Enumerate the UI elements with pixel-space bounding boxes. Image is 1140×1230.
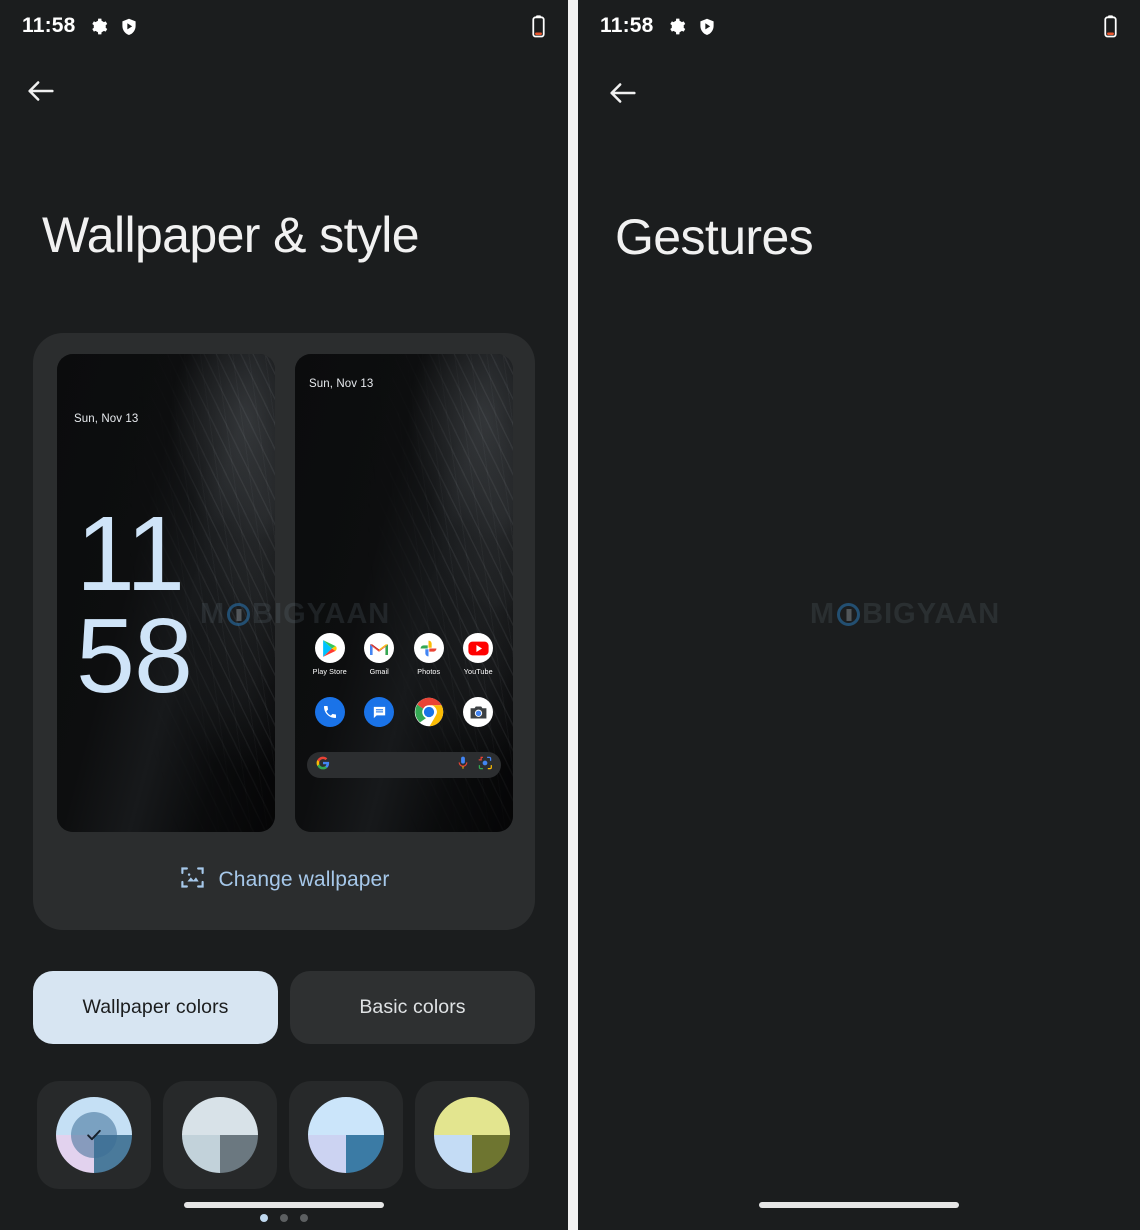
google-lens-icon[interactable] bbox=[478, 756, 492, 775]
tab-label: Basic colors bbox=[359, 996, 466, 1018]
swatch-quadrant-top bbox=[434, 1097, 510, 1135]
color-swatch-list bbox=[37, 1081, 529, 1189]
app-label: YouTube bbox=[463, 667, 493, 676]
page-dot[interactable] bbox=[260, 1214, 268, 1222]
lock-screen-date: Sun, Nov 13 bbox=[74, 413, 139, 425]
app-row-2: Phone Messages bbox=[295, 697, 513, 740]
camera-icon bbox=[463, 697, 494, 727]
page-dot[interactable] bbox=[280, 1214, 288, 1222]
gear-icon bbox=[89, 17, 108, 36]
watermark-right: M BIGYAAN bbox=[810, 598, 1001, 630]
home-indicator-left[interactable] bbox=[184, 1202, 384, 1208]
app-row-1: Play Store Gmail Photos YouTube bbox=[295, 633, 513, 676]
color-swatch-3[interactable] bbox=[289, 1081, 403, 1189]
swatch-quadrant-bottom-left bbox=[434, 1135, 472, 1173]
messages-icon bbox=[364, 697, 395, 727]
app-label: Photos bbox=[417, 667, 441, 676]
chrome-icon bbox=[414, 697, 444, 727]
app-label: Play Store bbox=[312, 667, 347, 676]
change-wallpaper-button[interactable]: Change wallpaper bbox=[33, 864, 535, 896]
status-bar-left: 11:58 bbox=[0, 0, 568, 52]
page-title-right: Gestures bbox=[615, 209, 814, 265]
color-swatch-1[interactable] bbox=[37, 1081, 151, 1189]
color-swatch-4[interactable] bbox=[415, 1081, 529, 1189]
tab-label: Wallpaper colors bbox=[82, 996, 229, 1018]
google-g-icon bbox=[316, 756, 330, 775]
swatch-circle bbox=[434, 1097, 510, 1173]
home-screen-app-grid: Play Store Gmail Photos YouTube bbox=[295, 633, 513, 778]
swatch-quadrant-top bbox=[308, 1097, 384, 1135]
swatch-quadrant-bottom-left bbox=[308, 1135, 346, 1173]
color-swatch-2[interactable] bbox=[163, 1081, 277, 1189]
change-wallpaper-label: Change wallpaper bbox=[218, 868, 390, 891]
app-messages[interactable]: Messages bbox=[356, 697, 402, 740]
home-screen-preview[interactable]: Sun, Nov 13 Play Store Gmail Photos YouT… bbox=[295, 354, 513, 832]
wallpaper-style-screen: 11:58 Wallpaper & style Sun, Nov 13 11 5… bbox=[0, 0, 568, 1230]
swatch-quadrant-bottom-right bbox=[220, 1135, 258, 1173]
shield-play-icon bbox=[120, 17, 138, 36]
page-title-left: Wallpaper & style bbox=[42, 207, 420, 263]
back-button-left[interactable] bbox=[24, 74, 58, 108]
microphone-icon[interactable] bbox=[457, 756, 469, 775]
app-label: Gmail bbox=[369, 667, 389, 676]
phone-icon bbox=[314, 697, 345, 727]
app-youtube[interactable]: YouTube bbox=[455, 633, 501, 676]
page-indicator-dots bbox=[260, 1214, 308, 1222]
app-play-store[interactable]: Play Store bbox=[307, 633, 353, 676]
app-chrome[interactable]: Chrome bbox=[406, 697, 452, 740]
tab-wallpaper-colors[interactable]: Wallpaper colors bbox=[33, 971, 278, 1044]
app-gmail[interactable]: Gmail bbox=[356, 633, 402, 676]
app-camera[interactable]: Camera bbox=[455, 697, 501, 740]
panel-divider bbox=[568, 0, 578, 1230]
google-search-bar[interactable] bbox=[307, 752, 501, 778]
back-button-right[interactable] bbox=[606, 76, 640, 110]
page-dot[interactable] bbox=[300, 1214, 308, 1222]
status-bar-right: 11:58 bbox=[578, 0, 1140, 52]
checkmark-icon bbox=[71, 1112, 117, 1158]
lock-screen-clock: 11 58 bbox=[76, 495, 193, 715]
battery-icon bbox=[531, 14, 546, 38]
youtube-icon bbox=[463, 633, 494, 663]
swatch-circle bbox=[308, 1097, 384, 1173]
swatch-quadrant-bottom-left bbox=[182, 1135, 220, 1173]
wallpaper-preview-card: Sun, Nov 13 11 58 Sun, Nov 13 Play Store… bbox=[33, 333, 535, 930]
app-photos[interactable]: Photos bbox=[406, 633, 452, 676]
image-crop-icon bbox=[179, 864, 206, 896]
gear-icon bbox=[667, 17, 686, 36]
lock-screen-preview[interactable]: Sun, Nov 13 11 58 bbox=[57, 354, 275, 832]
swatch-circle bbox=[182, 1097, 258, 1173]
status-time: 11:58 bbox=[600, 14, 654, 37]
home-indicator-right[interactable] bbox=[759, 1202, 959, 1208]
clock-hour: 11 bbox=[76, 495, 185, 613]
shield-play-icon bbox=[698, 17, 716, 36]
dual-screenshot-container: 11:58 Wallpaper & style Sun, Nov 13 11 5… bbox=[0, 0, 1140, 1230]
status-time: 11:58 bbox=[22, 14, 76, 37]
swatch-quadrant-bottom-right bbox=[346, 1135, 384, 1173]
clock-minute: 58 bbox=[76, 596, 193, 715]
swatch-circle bbox=[56, 1097, 132, 1173]
gestures-screen: 11:58 Gestures M BIGYAAN bbox=[578, 0, 1140, 1230]
play-store-icon bbox=[314, 633, 345, 663]
swatch-quadrant-top bbox=[182, 1097, 258, 1135]
battery-icon bbox=[1103, 14, 1118, 38]
google-photos-icon bbox=[413, 633, 444, 663]
app-phone[interactable]: Phone bbox=[307, 697, 353, 740]
swatch-quadrant-bottom-right bbox=[472, 1135, 510, 1173]
color-source-tabs: Wallpaper colors Basic colors bbox=[33, 971, 535, 1044]
tab-basic-colors[interactable]: Basic colors bbox=[290, 971, 535, 1044]
home-screen-date: Sun, Nov 13 bbox=[309, 378, 374, 390]
gmail-icon bbox=[364, 633, 395, 663]
